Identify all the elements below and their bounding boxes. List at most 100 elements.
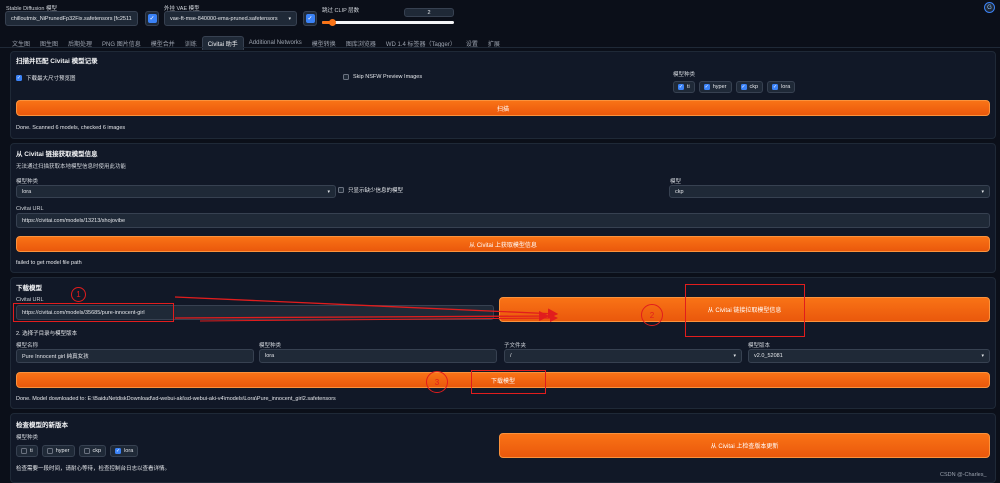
- scan-panel: [10, 51, 996, 139]
- update-type-chip-ckp[interactable]: ckp: [78, 445, 107, 457]
- annotation-circle-1: 1: [71, 287, 86, 302]
- update-type-checkbox[interactable]: ✓: [115, 448, 122, 454]
- only-missing-option[interactable]: 只显示缺少信息的模型: [338, 186, 403, 194]
- chevron-down-icon: ▾: [981, 188, 984, 195]
- download-name-label: 模型名称: [16, 343, 39, 349]
- download-version-value: v2.0_52081: [754, 353, 783, 359]
- refresh-model-button[interactable]: ✓: [145, 11, 159, 26]
- update-type-label: ckp: [92, 448, 102, 454]
- download-type-input[interactable]: lora: [259, 349, 497, 363]
- scan-button-label: 扫描: [496, 106, 509, 113]
- scan-type-checkbox[interactable]: ✓: [772, 84, 779, 90]
- scan-status: Done. Scanned 6 models, checked 6 images: [16, 125, 126, 131]
- update-title: 检查模型的新版本: [16, 422, 68, 429]
- download-name-input[interactable]: Pure Innocent girl 純真女孩: [16, 349, 254, 363]
- scan-type-checkbox[interactable]: ✓: [740, 84, 747, 90]
- download-type-label: 模型种类: [259, 343, 282, 349]
- fetch-info-button-label: 从 Civitai 上获取模型信息: [469, 242, 537, 249]
- update-types-label: 模型种类: [16, 435, 39, 441]
- refresh-vae-button[interactable]: ✓: [303, 11, 317, 26]
- update-type-label: lora: [124, 448, 134, 454]
- skip-nsfw-checkbox[interactable]: [343, 74, 349, 80]
- download-preview-option[interactable]: ✓ 下载最大尺寸预览图: [16, 74, 76, 82]
- fetch-panel: [10, 143, 996, 273]
- fetch-model-select[interactable]: ckp ▾: [669, 185, 990, 198]
- scan-type-label: ckp: [749, 84, 759, 90]
- download-preview-label: 下载最大尺寸预览图: [26, 76, 76, 82]
- scan-type-chip-ti[interactable]: ✓ ti: [673, 81, 695, 93]
- scan-title: 扫描并匹配 Civitai 模型记录: [16, 58, 98, 65]
- user-avatar-icon[interactable]: G: [984, 2, 995, 13]
- download-subfolder-value: /: [510, 353, 512, 359]
- annotation-box-download: [471, 370, 546, 394]
- chevron-down-icon: ▾: [327, 188, 330, 195]
- fetch-model-value: ckp: [675, 188, 684, 195]
- watermark: CSDN @-Charles_: [940, 472, 987, 478]
- only-missing-checkbox[interactable]: [338, 187, 344, 193]
- fetch-url-value: https://civitai.com/models/13213/shojovi…: [22, 217, 126, 224]
- scan-type-chip-ckp[interactable]: ✓ ckp: [735, 81, 764, 93]
- fetch-title: 从 Civitai 链接获取模型信息: [16, 151, 98, 158]
- vae-value: vae-ft-mse-840000-ema-pruned.safetensors: [170, 15, 278, 22]
- scan-type-label: lora: [781, 84, 791, 90]
- update-type-label: ti: [30, 448, 33, 454]
- clip-slider-handle[interactable]: [329, 19, 337, 26]
- download-version-select[interactable]: v2.0_52081 ▾: [748, 349, 990, 363]
- sd-model-select[interactable]: chilloutmix_NiPrunedFp32Fix.safetensors …: [5, 11, 138, 26]
- update-type-checkbox[interactable]: [83, 448, 90, 454]
- scan-type-checkbox[interactable]: ✓: [678, 84, 684, 90]
- skip-nsfw-option[interactable]: Skip NSFW Preview Images: [343, 74, 422, 80]
- vae-select[interactable]: vae-ft-mse-840000-ema-pruned.safetensors…: [164, 11, 297, 26]
- update-type-chip-hyper[interactable]: hyper: [41, 445, 75, 457]
- update-type-checkbox[interactable]: [21, 448, 27, 454]
- fetch-type-value: lora: [22, 188, 32, 195]
- annotation-box-fetch: [685, 284, 805, 337]
- tabs-divider: [0, 47, 1000, 48]
- fetch-info-button[interactable]: 从 Civitai 上获取模型信息: [16, 236, 990, 252]
- scan-type-label: ti: [687, 84, 690, 90]
- download-preview-checkbox[interactable]: ✓: [16, 75, 22, 81]
- annotation-circle-3: 3: [426, 371, 448, 393]
- scan-button[interactable]: 扫描: [16, 100, 990, 116]
- chevron-down-icon: ▾: [288, 15, 291, 22]
- refresh-icon: ✓: [305, 14, 315, 23]
- scan-type-label: hyper: [712, 84, 727, 90]
- scan-type-checkbox[interactable]: ✓: [703, 84, 710, 90]
- download-step2-label: 2. 选择子目录与模型版本: [16, 331, 78, 337]
- update-type-checkbox[interactable]: [46, 448, 53, 454]
- only-missing-label: 只显示缺少信息的模型: [348, 188, 404, 194]
- check-updates-button[interactable]: 从 Civitai 上检查版本更新: [499, 433, 990, 458]
- download-subfolder-select[interactable]: / ▾: [504, 349, 742, 363]
- check-updates-label: 从 Civitai 上检查版本更新: [710, 444, 779, 450]
- chevron-down-icon: ▾: [981, 353, 984, 359]
- annotation-box-url: [13, 303, 174, 322]
- fetch-url-input[interactable]: https://civitai.com/models/13213/shojovi…: [16, 213, 990, 228]
- clip-value-input[interactable]: 2: [404, 8, 454, 17]
- fetch-type-label: 模型种类: [16, 179, 39, 185]
- fetch-status: failed to get model file path: [16, 260, 82, 266]
- download-status: Done. Model downloaded to: E:\BaiduNetdi…: [16, 396, 336, 402]
- update-desc: 检查需要一段时间，请耐心等待，检查控制台日志以查看详情。: [16, 466, 171, 472]
- update-model-types: ti hyper ckp ✓ lora: [16, 445, 139, 457]
- download-version-label: 模型版本: [748, 343, 771, 349]
- scan-types-label: 模型种类: [673, 72, 696, 78]
- refresh-icon: ✓: [147, 14, 157, 23]
- update-type-chip-lora[interactable]: ✓ lora: [110, 445, 139, 457]
- annotation-circle-2: 2: [641, 304, 663, 326]
- chevron-down-icon: ▾: [733, 353, 736, 359]
- scan-type-chip-lora[interactable]: ✓ lora: [767, 81, 796, 93]
- fetch-url-label: Civitai URL: [16, 206, 44, 212]
- download-name-value: Pure Innocent girl 純真女孩: [22, 354, 89, 360]
- fetch-desc: 无法通过扫描获取本地模型信息时使用此功能: [16, 164, 127, 170]
- download-type-value: lora: [265, 353, 275, 359]
- download-subfolder-label: 子文件夹: [504, 343, 527, 349]
- update-type-label: hyper: [55, 448, 70, 454]
- download-title: 下载模型: [16, 285, 42, 292]
- clip-value: 2: [427, 9, 431, 16]
- scan-type-chip-hyper[interactable]: ✓ hyper: [698, 81, 732, 93]
- update-type-chip-ti[interactable]: ti: [16, 445, 38, 457]
- scan-model-types: ✓ ti ✓ hyper ✓ ckp ✓ lora: [673, 81, 796, 93]
- fetch-type-select[interactable]: lora ▾: [16, 185, 336, 198]
- clip-label: 跳过 CLIP 层数: [322, 8, 360, 14]
- clip-slider[interactable]: [322, 21, 454, 24]
